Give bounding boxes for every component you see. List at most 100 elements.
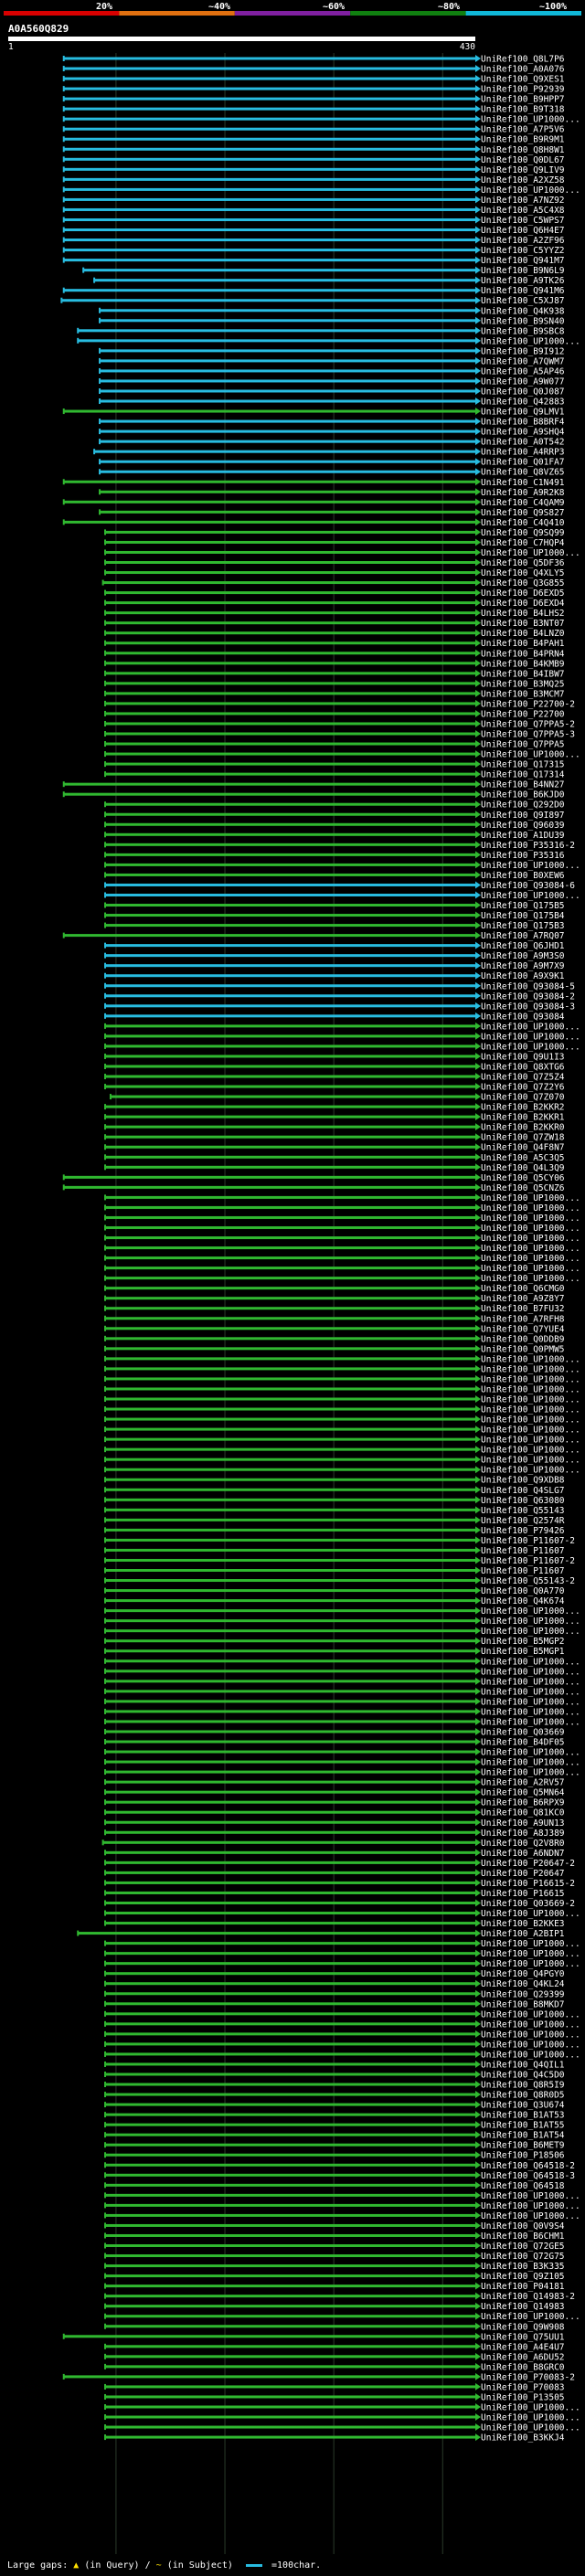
hit-label[interactable]: UniRef100_B1AT53 [481, 2111, 565, 2121]
hit-bar[interactable] [105, 994, 475, 998]
hit-label[interactable]: UniRef100_P11607-2 [481, 1536, 575, 1546]
hit-label[interactable]: UniRef100_Q01FA7 [481, 458, 565, 468]
hit-label[interactable]: UniRef100_Q175B3 [481, 921, 565, 931]
hit-label[interactable]: UniRef100_UP1000... [481, 1606, 580, 1617]
hit-label[interactable]: UniRef100_Q4F8N7 [481, 1143, 565, 1153]
hit-label[interactable]: UniRef100_P13505 [481, 2392, 565, 2402]
hit-bar[interactable] [105, 1065, 475, 1068]
hit-bar[interactable] [105, 2213, 475, 2217]
hit-bar[interactable] [105, 540, 475, 544]
hit-bar[interactable] [105, 561, 475, 564]
hit-bar[interactable] [105, 1287, 475, 1290]
hit-bar[interactable] [78, 1932, 476, 1935]
hit-bar[interactable] [105, 1680, 475, 1683]
hit-bar[interactable] [105, 1670, 475, 1673]
hit-label[interactable]: UniRef100_P35316-2 [481, 841, 575, 851]
hit-bar[interactable] [63, 228, 475, 232]
hit-bar[interactable] [105, 530, 475, 534]
hit-label[interactable]: UniRef100_UP1000... [481, 1264, 580, 1274]
hit-bar[interactable] [105, 1225, 475, 1229]
hit-label[interactable]: UniRef100_Q6H4E7 [481, 226, 565, 236]
hit-label[interactable]: UniRef100_UP1000... [481, 1426, 580, 1436]
hit-label[interactable]: UniRef100_B4PAH1 [481, 639, 565, 649]
hit-bar[interactable] [105, 1972, 475, 1976]
hit-bar[interactable] [105, 702, 475, 705]
hit-label[interactable]: UniRef100_A7P5V6 [481, 125, 565, 135]
hit-bar[interactable] [105, 1488, 475, 1491]
hit-label[interactable]: UniRef100_Q2V8R0 [481, 1839, 565, 1849]
hit-label[interactable]: UniRef100_A8J389 [481, 1829, 565, 1839]
hit-label[interactable]: UniRef100_A5AP46 [481, 366, 565, 376]
hit-bar[interactable] [105, 571, 475, 575]
hit-label[interactable]: UniRef100_Q3U674 [481, 2101, 565, 2111]
hit-bar[interactable] [105, 2274, 475, 2278]
hit-label[interactable]: UniRef100_A9SHQ4 [481, 428, 565, 438]
hit-label[interactable]: UniRef100_B9HPP7 [481, 95, 565, 105]
hit-bar[interactable] [105, 1800, 475, 1804]
hit-label[interactable]: UniRef100_Q4L3Q9 [481, 1163, 565, 1173]
hit-bar[interactable] [105, 2062, 475, 2066]
hit-label[interactable]: UniRef100_UP1000... [481, 1939, 580, 1949]
hit-label[interactable]: UniRef100_UP1000... [481, 1042, 580, 1052]
hit-bar[interactable] [105, 1820, 475, 1824]
hit-label[interactable]: UniRef100_Q3G855 [481, 578, 565, 588]
hit-label[interactable]: UniRef100_P79426 [481, 1526, 565, 1536]
hit-bar[interactable] [105, 762, 475, 766]
hit-bar[interactable] [63, 87, 475, 90]
hit-bar[interactable] [63, 57, 475, 60]
hit-bar[interactable] [78, 329, 476, 333]
hit-label[interactable]: UniRef100_P16615 [481, 1889, 565, 1899]
hit-label[interactable]: UniRef100_Q93084 [481, 1012, 565, 1022]
hit-label[interactable]: UniRef100_B8GRC0 [481, 2362, 565, 2372]
hit-bar[interactable] [63, 137, 475, 141]
hit-bar[interactable] [105, 550, 475, 554]
hit-label[interactable]: UniRef100_P11607-2 [481, 1556, 575, 1566]
hit-bar[interactable] [105, 1267, 475, 1270]
hit-label[interactable]: UniRef100_Q5CY06 [481, 1173, 565, 1183]
hit-bar[interactable] [105, 2173, 475, 2177]
hit-label[interactable]: UniRef100_C5XJ87 [481, 296, 565, 306]
hit-label[interactable]: UniRef100_Q42883 [481, 398, 565, 408]
hit-bar[interactable] [105, 954, 475, 958]
hit-bar[interactable] [105, 2284, 475, 2288]
hit-label[interactable]: UniRef100_Q0DL67 [481, 155, 565, 165]
hit-bar[interactable] [105, 1135, 475, 1139]
hit-bar[interactable] [105, 1014, 475, 1018]
hit-label[interactable]: UniRef100_Q7Z2Y6 [481, 1083, 565, 1093]
hit-bar[interactable] [105, 2223, 475, 2227]
hit-label[interactable]: UniRef100_Q4QIL1 [481, 2060, 565, 2070]
hit-label[interactable]: UniRef100_Q0A770 [481, 1586, 565, 1596]
hit-bar[interactable] [105, 944, 475, 948]
hit-bar[interactable] [105, 1277, 475, 1280]
hit-label[interactable]: UniRef100_B4PRN4 [481, 649, 565, 659]
hit-bar[interactable] [105, 1437, 475, 1441]
hit-bar[interactable] [105, 893, 475, 896]
hit-bar[interactable] [100, 429, 476, 433]
hit-bar[interactable] [63, 127, 475, 131]
hit-bar[interactable] [63, 1175, 475, 1179]
hit-bar[interactable] [63, 207, 475, 211]
hit-bar[interactable] [105, 883, 475, 886]
hit-label[interactable]: UniRef100_UP1000... [481, 1909, 580, 1919]
hit-bar[interactable] [63, 67, 475, 70]
hit-bar[interactable] [110, 1095, 475, 1098]
hit-label[interactable]: UniRef100_Q0J087 [481, 387, 565, 397]
hit-bar[interactable] [105, 1417, 475, 1421]
hit-label[interactable]: UniRef100_UP1000... [481, 1415, 580, 1426]
hit-label[interactable]: UniRef100_Q72G75 [481, 2252, 565, 2262]
hit-label[interactable]: UniRef100_UP1000... [481, 2413, 580, 2423]
hit-label[interactable]: UniRef100_Q6CMG0 [481, 1284, 565, 1294]
hit-label[interactable]: UniRef100_B1AT55 [481, 2121, 565, 2131]
hit-bar[interactable] [105, 662, 475, 665]
hit-label[interactable]: UniRef100_Q5CNZ6 [481, 1183, 565, 1193]
hit-label[interactable]: UniRef100_UP1000... [481, 548, 580, 558]
hit-bar[interactable] [100, 419, 476, 423]
hit-label[interactable]: UniRef100_D6EXD5 [481, 588, 565, 599]
hit-label[interactable]: UniRef100_B7FU32 [481, 1304, 565, 1314]
hit-label[interactable]: UniRef100_Q6JHD1 [481, 941, 565, 951]
hit-label[interactable]: UniRef100_B6MET9 [481, 2141, 565, 2151]
hit-label[interactable]: UniRef100_A2RV57 [481, 1778, 565, 1788]
hit-bar[interactable] [105, 2305, 475, 2308]
hit-bar[interactable] [63, 409, 475, 413]
hit-label[interactable]: UniRef100_Q9I897 [481, 811, 565, 821]
